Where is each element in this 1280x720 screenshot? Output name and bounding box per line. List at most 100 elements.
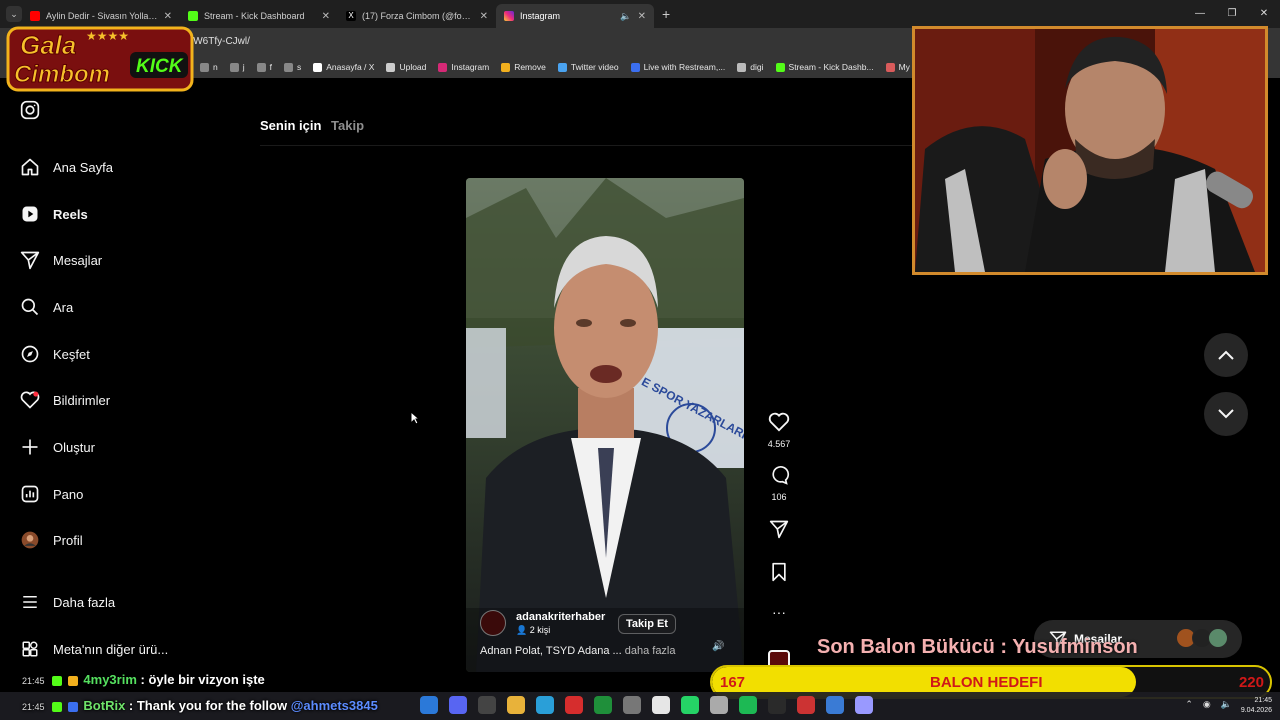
app-icon[interactable] xyxy=(710,696,728,714)
spotify-icon[interactable] xyxy=(739,696,757,714)
close-window-icon[interactable]: ✕ xyxy=(1248,0,1280,28)
bookmark-item[interactable]: Anasayfa / X xyxy=(313,62,374,72)
share-button[interactable] xyxy=(766,519,792,544)
bookmark-label: j xyxy=(242,62,245,72)
discord-icon[interactable] xyxy=(449,696,467,714)
bookmark-item[interactable]: Stream - Kick Dashb... xyxy=(775,62,874,72)
browser-tab-kick-dashboard[interactable]: Stream - Kick Dashboard ✕ xyxy=(180,4,338,28)
sidebar-item-oluştur[interactable]: Oluştur xyxy=(20,437,95,457)
sidebar-item-label: Reels xyxy=(53,206,88,222)
bookmark-item[interactable]: Instagram xyxy=(438,62,489,72)
browser-tab-x[interactable]: X (17) Forza Cimbom (@forzacim ✕ xyxy=(338,4,496,28)
bookmark-favicon-icon xyxy=(386,62,396,72)
svg-text:KICK: KICK xyxy=(136,56,184,77)
tab-senin-icin[interactable]: Senin için xyxy=(260,118,321,133)
meta-apps-icon xyxy=(20,639,40,659)
window-controls: — ❐ ✕ xyxy=(1184,0,1280,28)
restore-icon[interactable]: ❐ xyxy=(1216,0,1248,28)
sidebar-item-mesajlar[interactable]: Mesajlar xyxy=(20,250,102,270)
edge-icon[interactable] xyxy=(420,696,438,714)
messages-icon xyxy=(20,250,40,270)
chat-message: 21:45 4my3rim : öyle bir vizyon işte xyxy=(22,672,265,687)
bookmark-label: Upload xyxy=(399,62,427,72)
whatsapp-icon[interactable] xyxy=(681,696,699,714)
sidebar-item-meta[interactable]: Meta'nın diğer ürü... xyxy=(20,639,168,659)
author-username[interactable]: adanakriterhaber xyxy=(516,611,605,623)
bookmark-favicon-icon xyxy=(256,62,266,72)
minimize-icon[interactable]: — xyxy=(1184,0,1216,28)
app-icon[interactable] xyxy=(768,696,786,714)
vpn-icon[interactable] xyxy=(565,696,583,714)
viewer-count: 👤 2 kişi xyxy=(516,625,605,636)
sidebar-item-profil[interactable]: Profil xyxy=(20,530,83,550)
sidebar-item-ana-sayfa[interactable]: Ana Sayfa xyxy=(20,157,113,177)
chrome-icon[interactable] xyxy=(594,696,612,714)
bookmark-item[interactable]: Live with Restream,... xyxy=(630,62,725,72)
reel-video[interactable]: E SPOR YAZARLARI DERNE xyxy=(466,178,744,672)
caption-more-link[interactable]: daha fazla xyxy=(625,645,676,657)
app-icon[interactable] xyxy=(797,696,815,714)
instagram-logo-icon[interactable] xyxy=(20,100,40,120)
svg-text:Cimbom: Cimbom xyxy=(14,61,110,88)
bookmark-favicon-icon xyxy=(557,62,567,72)
next-reel-button[interactable] xyxy=(1204,392,1248,436)
tab-search-chevron-icon[interactable]: ⌄ xyxy=(6,6,22,22)
close-icon[interactable]: ✕ xyxy=(638,11,646,22)
reel-video-frame: E SPOR YAZARLARI DERNE xyxy=(466,178,744,672)
app-icon[interactable] xyxy=(826,696,844,714)
bookmark-item[interactable]: s xyxy=(284,62,301,72)
volume-icon[interactable]: 🔈 xyxy=(1221,699,1232,710)
url-text[interactable]: DW6Tfy-CJwl/ xyxy=(186,36,250,47)
galacimbom-kick-logo: Gala Cimbom KICK ★★★★ xyxy=(6,26,194,92)
send-icon xyxy=(769,520,789,539)
epic-games-icon[interactable] xyxy=(478,696,496,714)
follow-button[interactable]: Takip Et xyxy=(618,614,676,634)
comment-button[interactable]: 106 xyxy=(766,465,792,502)
new-tab-button[interactable]: + xyxy=(662,6,670,22)
file-explorer-icon[interactable] xyxy=(507,696,525,714)
sidebar-item-keşfet[interactable]: Keşfet xyxy=(20,344,90,364)
avatar-icon xyxy=(20,530,40,550)
bookmark-item[interactable]: Upload xyxy=(386,62,426,72)
bookmark-item[interactable]: Remove xyxy=(501,62,546,72)
taskbar-clock[interactable]: 21:45 9.04.2026 xyxy=(1241,696,1272,716)
save-button[interactable] xyxy=(766,562,792,587)
close-icon[interactable]: ✕ xyxy=(164,11,172,22)
bookmark-item[interactable]: Twitter video xyxy=(557,62,619,72)
speaker-icon[interactable]: 🔊 xyxy=(712,641,724,652)
network-icon[interactable]: ◉ xyxy=(1203,699,1211,710)
chevron-up-icon[interactable]: ⌃ xyxy=(1185,699,1193,710)
bookmark-item[interactable]: f xyxy=(256,62,272,72)
sidebar-item-reels[interactable]: Reels xyxy=(20,204,88,224)
more-options-icon[interactable]: ··· xyxy=(766,604,792,620)
close-icon[interactable]: ✕ xyxy=(480,11,488,22)
person-icon: 👤 xyxy=(516,624,528,635)
bookmark-item[interactable]: n xyxy=(200,62,218,72)
author-avatar[interactable] xyxy=(480,610,506,636)
premiere-icon[interactable] xyxy=(855,696,873,714)
sidebar-item-label: Ara xyxy=(53,299,74,315)
sidebar-item-label: Keşfet xyxy=(53,346,90,362)
sidebar-item-more[interactable]: Daha fazla xyxy=(20,592,115,612)
bookmark-item[interactable]: j xyxy=(229,62,245,72)
sidebar-item-ara[interactable]: Ara xyxy=(20,297,73,317)
bookmark-favicon-icon xyxy=(775,62,785,72)
like-button[interactable]: 4.567 xyxy=(766,412,792,449)
sidebar-item-pano[interactable]: Pano xyxy=(20,484,83,504)
tab-takip[interactable]: Takip xyxy=(331,118,364,133)
kick-badge-icon xyxy=(52,701,63,712)
sidebar-item-bildirimler[interactable]: Bildirimler xyxy=(20,390,110,410)
bookmark-item[interactable]: digi xyxy=(737,62,764,72)
telegram-icon[interactable] xyxy=(536,696,554,714)
app-icon[interactable] xyxy=(652,696,670,714)
speaker-icon[interactable]: 🔈 xyxy=(620,11,631,22)
caption-text: Adnan Polat, TSYD Adana ... xyxy=(480,645,622,657)
close-icon[interactable]: ✕ xyxy=(322,11,330,22)
divider xyxy=(260,145,920,146)
previous-reel-button[interactable] xyxy=(1204,333,1248,377)
chevron-up-icon xyxy=(1218,350,1234,360)
taskbar-apps xyxy=(420,696,884,714)
comment-count: 106 xyxy=(771,492,787,502)
browser-tab-instagram[interactable]: Instagram 🔈 ✕ xyxy=(496,4,654,28)
settings-icon[interactable] xyxy=(623,696,641,714)
